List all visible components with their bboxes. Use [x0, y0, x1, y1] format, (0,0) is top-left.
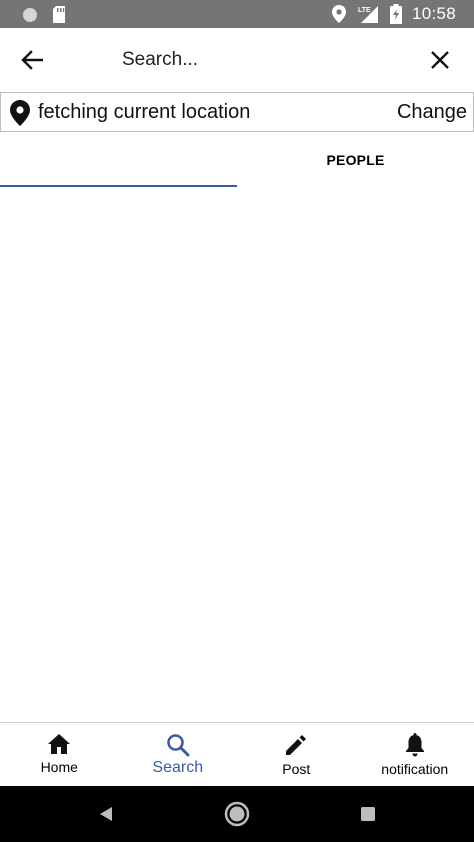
nav-item-post[interactable]: Post — [237, 723, 356, 786]
close-icon — [431, 51, 449, 69]
bottom-navigation: Home Search Post notification — [0, 722, 474, 786]
status-bar-right: LTE 10:58 — [331, 3, 456, 25]
location-row: fetching current location Change — [0, 92, 474, 132]
status-bar-left — [22, 6, 66, 23]
system-home-button[interactable] — [223, 800, 251, 828]
system-navigation-bar — [0, 786, 474, 842]
system-back-button[interactable] — [92, 800, 120, 828]
pin-icon — [10, 100, 30, 126]
tab-indicator — [0, 185, 237, 187]
battery-charging-icon — [389, 4, 402, 24]
location-icon — [331, 5, 346, 23]
location-text: fetching current location — [38, 101, 251, 123]
nav-label-home: Home — [40, 759, 78, 775]
circle-home-icon — [224, 801, 250, 827]
nav-label-post: Post — [282, 761, 311, 777]
triangle-back-icon — [100, 807, 112, 821]
status-time: 10:58 — [411, 4, 456, 23]
sd-card-icon — [52, 6, 66, 23]
pencil-icon — [286, 735, 307, 755]
tab-content — [0, 188, 474, 722]
change-location-button[interactable]: Change — [397, 101, 467, 124]
nav-label-notification: notification — [381, 761, 449, 777]
tab-first[interactable] — [0, 132, 237, 188]
nav-item-home[interactable]: Home — [0, 723, 119, 786]
nav-item-notification[interactable]: notification — [356, 723, 474, 786]
tab-people[interactable]: PEOPLE — [237, 132, 474, 188]
nav-item-search[interactable]: Search — [119, 723, 238, 786]
nav-label-search: Search — [152, 759, 204, 776]
status-bar: LTE 10:58 — [0, 0, 474, 28]
clear-search-button[interactable] — [424, 44, 456, 76]
square-recents-icon — [361, 807, 375, 821]
system-recents-button[interactable] — [354, 800, 382, 828]
search-input[interactable] — [122, 42, 402, 78]
tab-bar: PEOPLE — [0, 132, 474, 188]
search-icon — [167, 734, 190, 757]
circle-icon — [22, 7, 38, 23]
arrow-back-icon — [21, 50, 43, 70]
network-type-label: LTE — [358, 7, 371, 14]
search-app-bar — [0, 28, 474, 92]
signal-icon: LTE — [356, 4, 380, 24]
bell-icon — [405, 733, 424, 757]
back-button[interactable] — [16, 44, 48, 76]
home-icon — [48, 734, 71, 754]
